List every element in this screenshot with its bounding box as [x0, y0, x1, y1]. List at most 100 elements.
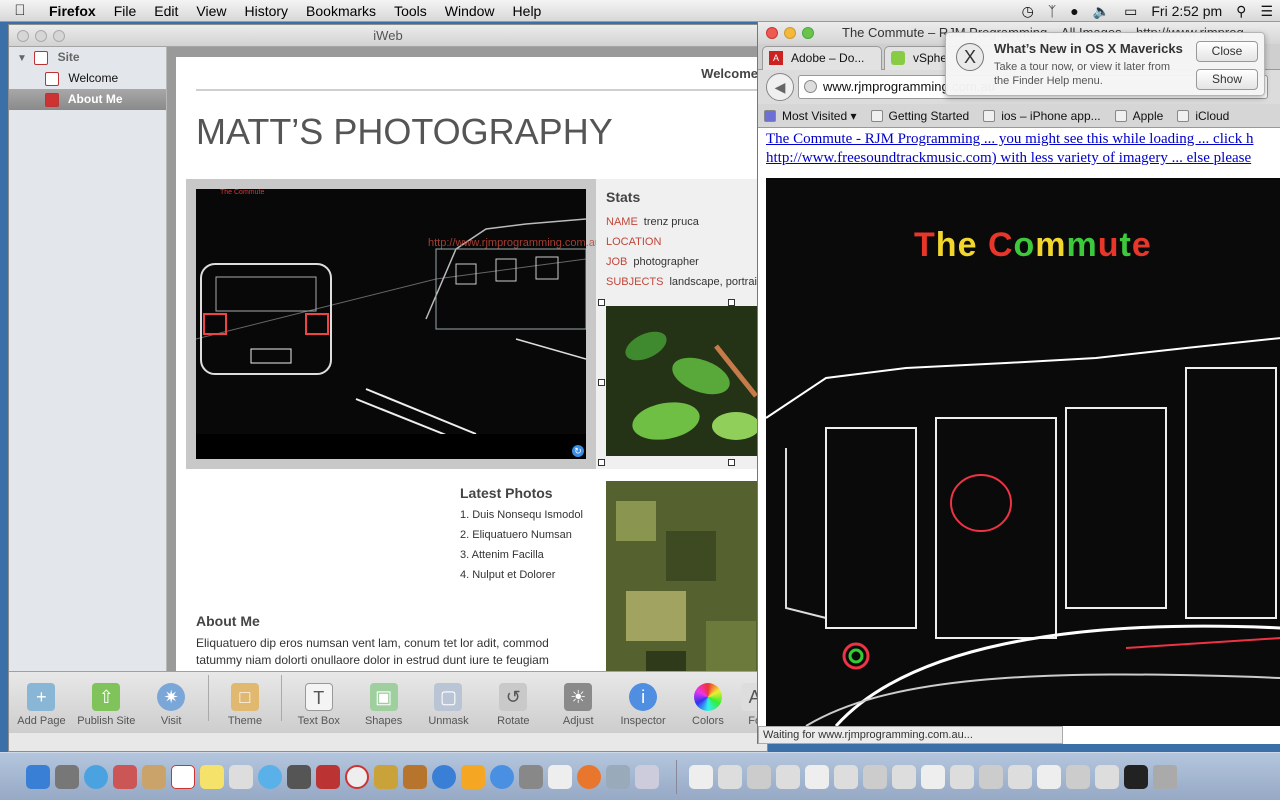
- spotlight-icon[interactable]: ⚲: [1229, 3, 1253, 20]
- bookmark-ios[interactable]: ios – iPhone app...: [977, 109, 1108, 123]
- preview-icon[interactable]: [606, 764, 630, 789]
- firefox-icon[interactable]: [577, 764, 601, 789]
- show-button[interactable]: Show: [1196, 69, 1258, 90]
- time-machine-icon[interactable]: ◷: [1015, 3, 1041, 20]
- page-nav-welcome[interactable]: Welcome: [701, 66, 758, 81]
- stack-icon[interactable]: [979, 764, 1003, 789]
- stack-icon[interactable]: [1008, 764, 1032, 789]
- system-preferences-icon[interactable]: [519, 764, 543, 789]
- bluetooth-icon[interactable]: ᛉ: [1041, 3, 1063, 19]
- finder-icon[interactable]: [26, 764, 50, 789]
- notification-center-icon[interactable]: ☰: [1253, 3, 1280, 20]
- stack-icon[interactable]: [1095, 764, 1119, 789]
- photo-frame[interactable]: The Commute ↻: [186, 179, 596, 469]
- contacts-icon[interactable]: [142, 764, 166, 789]
- document-icon[interactable]: [689, 764, 713, 789]
- reminders-icon[interactable]: [229, 764, 253, 789]
- volume-icon[interactable]: 🔈: [1086, 3, 1117, 20]
- stack-icon[interactable]: [950, 764, 974, 789]
- visit-button[interactable]: ✷ Visit: [139, 683, 204, 727]
- messages-icon[interactable]: [258, 764, 282, 789]
- colors-button[interactable]: Colors: [676, 683, 741, 727]
- calendar-icon[interactable]: [171, 764, 195, 789]
- menu-help[interactable]: Help: [504, 3, 551, 19]
- trash-icon[interactable]: [1153, 764, 1177, 789]
- inspector-button[interactable]: i Inspector: [611, 683, 676, 727]
- zoom-window-icon[interactable]: [802, 27, 814, 39]
- sidebar-site[interactable]: ▼ Site: [9, 47, 166, 68]
- stack-icon[interactable]: [747, 764, 771, 789]
- document-icon[interactable]: [1037, 764, 1061, 789]
- commute-photo[interactable]: The Commute ↻: [196, 189, 586, 459]
- foliage-photo[interactable]: [606, 481, 766, 671]
- menu-clock[interactable]: Fri 2:52 pm: [1144, 3, 1229, 19]
- zoom-window-icon[interactable]: [53, 30, 65, 42]
- menu-app-name[interactable]: Firefox: [40, 3, 105, 19]
- stack-icon[interactable]: [863, 764, 887, 789]
- close-window-icon[interactable]: [766, 27, 778, 39]
- notification-banner[interactable]: X What’s New in OS X Mavericks Take a to…: [945, 32, 1265, 96]
- refresh-icon[interactable]: ↻: [572, 445, 584, 457]
- facetime-icon[interactable]: [287, 764, 311, 789]
- rotate-button[interactable]: ↺ Rotate: [481, 683, 546, 727]
- launchpad-icon[interactable]: [55, 764, 79, 789]
- bookmark-getting-started[interactable]: Getting Started: [865, 109, 978, 123]
- stack-icon[interactable]: [1066, 764, 1090, 789]
- bookmark-apple[interactable]: Apple: [1109, 109, 1172, 123]
- page-link-commute[interactable]: The Commute - RJM Programming ... you mi…: [758, 130, 1280, 149]
- resize-handle[interactable]: [598, 459, 605, 466]
- garageband-icon[interactable]: [403, 764, 427, 789]
- menu-bookmarks[interactable]: Bookmarks: [297, 3, 385, 19]
- menu-window[interactable]: Window: [436, 3, 504, 19]
- stat-job[interactable]: JOB photographer: [606, 256, 699, 268]
- stat-name[interactable]: NAME trenz pruca: [606, 216, 699, 228]
- add-page-button[interactable]: + Add Page: [9, 683, 74, 727]
- leaf-photo[interactable]: [606, 306, 766, 456]
- menu-file[interactable]: File: [105, 3, 146, 19]
- bookmark-icloud[interactable]: iCloud: [1171, 109, 1237, 123]
- iweb-icon[interactable]: [635, 764, 659, 789]
- wifi-icon[interactable]: ●: [1063, 3, 1085, 19]
- stats-title[interactable]: Stats: [606, 189, 640, 205]
- close-window-icon[interactable]: [17, 30, 29, 42]
- document-icon[interactable]: [805, 764, 829, 789]
- resize-handle[interactable]: [598, 299, 605, 306]
- menu-tools[interactable]: Tools: [385, 3, 436, 19]
- stack-icon[interactable]: [718, 764, 742, 789]
- unmask-button[interactable]: ▢ Unmask: [416, 683, 481, 727]
- theme-button[interactable]: □ Theme: [213, 683, 278, 727]
- no-entry-icon[interactable]: [345, 764, 369, 789]
- resize-handle[interactable]: [728, 299, 735, 306]
- minimize-window-icon[interactable]: [784, 27, 796, 39]
- list-item[interactable]: 2. Eliquatuero Numsan: [460, 529, 583, 549]
- about-me-title[interactable]: About Me: [196, 613, 576, 629]
- stack-icon[interactable]: [834, 764, 858, 789]
- itunes-icon[interactable]: [432, 764, 456, 789]
- ibooks-icon[interactable]: [461, 764, 485, 789]
- sidebar-item-about-me[interactable]: About Me: [9, 89, 166, 110]
- about-me-text[interactable]: Eliquatuero dip eros numsan vent lam, co…: [196, 635, 576, 669]
- publish-site-button[interactable]: ⇧ Publish Site: [74, 683, 139, 727]
- terminal-icon[interactable]: [1124, 764, 1148, 789]
- list-item[interactable]: 1. Duis Nonsequ Ismodol: [460, 509, 583, 529]
- list-item[interactable]: 4. Nulput et Dolorer: [460, 569, 583, 589]
- photo-booth-icon[interactable]: [316, 764, 340, 789]
- menu-view[interactable]: View: [187, 3, 235, 19]
- menu-history[interactable]: History: [235, 3, 297, 19]
- sidebar-item-welcome[interactable]: Welcome: [9, 68, 166, 89]
- page-title[interactable]: MATT’S PHOTOGRAPHY: [196, 111, 613, 153]
- back-button[interactable]: ◀: [766, 73, 794, 101]
- stack-icon[interactable]: [776, 764, 800, 789]
- stat-location[interactable]: LOCATION: [606, 236, 667, 248]
- close-button[interactable]: Close: [1196, 41, 1258, 62]
- menu-edit[interactable]: Edit: [145, 3, 187, 19]
- latest-photos-title[interactable]: Latest Photos: [460, 485, 583, 501]
- document-icon[interactable]: [921, 764, 945, 789]
- resize-handle[interactable]: [598, 379, 605, 386]
- minimize-window-icon[interactable]: [35, 30, 47, 42]
- stack-icon[interactable]: [892, 764, 916, 789]
- adjust-button[interactable]: ☀ Adjust: [546, 683, 611, 727]
- apple-menu-icon[interactable]: : [0, 2, 40, 19]
- page-link-soundtrack[interactable]: http://www.freesoundtrackmusic.com) with…: [758, 149, 1280, 168]
- textedit-icon[interactable]: [548, 764, 572, 789]
